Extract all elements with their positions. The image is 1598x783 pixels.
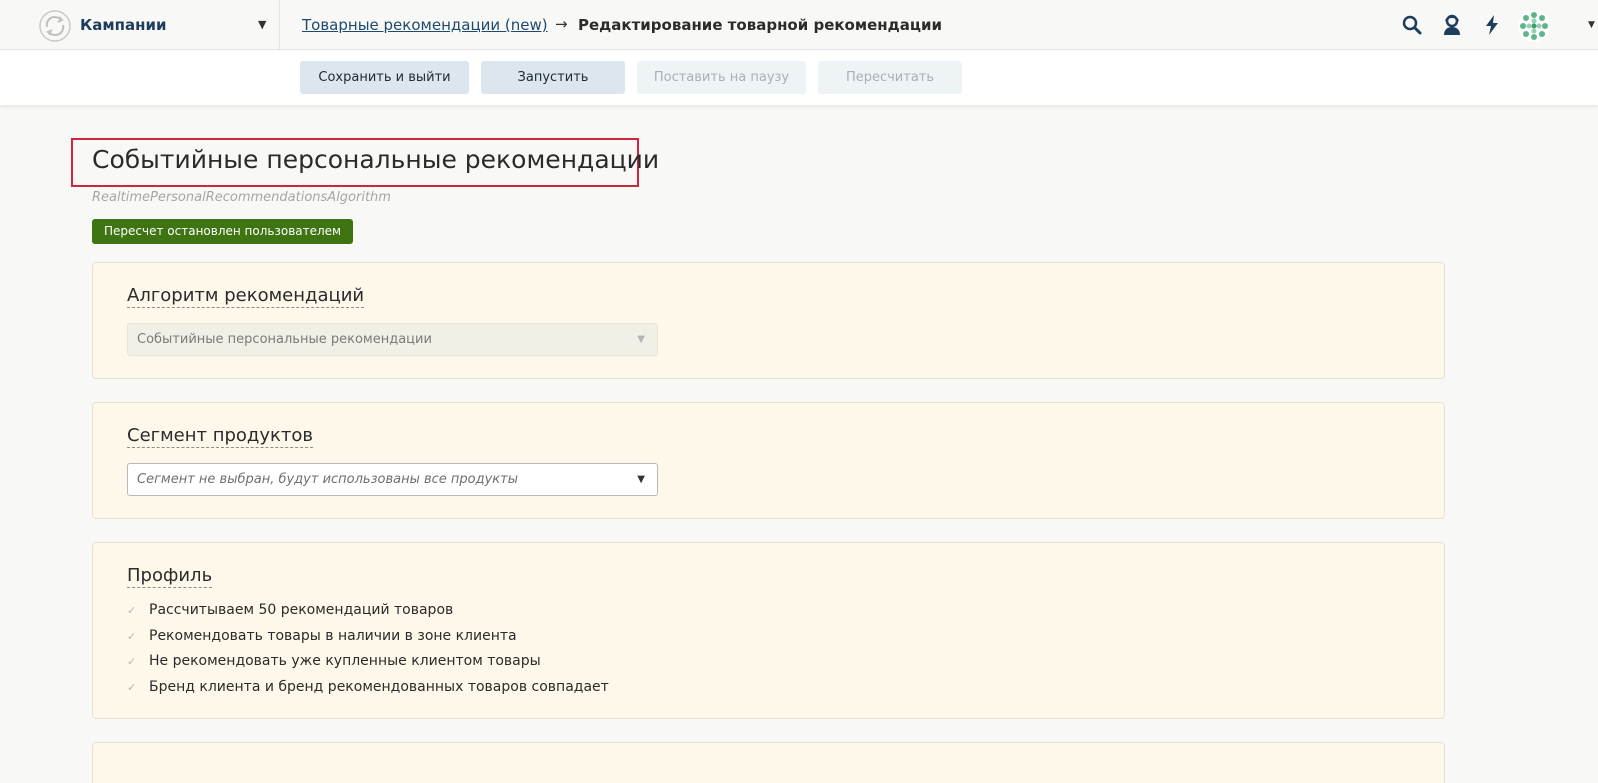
save-and-exit-button[interactable]: Сохранить и выйти (300, 61, 469, 94)
profile-check-label: Не рекомендовать уже купленные клиентом … (149, 653, 541, 669)
algorithm-section-title: Алгоритм рекомендаций (127, 285, 365, 308)
launch-button[interactable]: Запустить (481, 61, 625, 94)
segment-section-title: Сегмент продуктов (127, 425, 314, 448)
lightning-icon[interactable] (1480, 13, 1504, 37)
algorithm-select: Событийные персональные рекомендации ▼ (127, 323, 658, 356)
check-icon: ✓ (127, 604, 137, 617)
sync-logo-icon[interactable] (38, 9, 72, 43)
avatar-menu-caret-icon[interactable]: ▼ (1588, 20, 1595, 30)
check-icon: ✓ (127, 681, 137, 694)
status-badge: Пересчет остановлен пользователем (92, 219, 354, 244)
profile-card: Профиль ✓ Рассчитываем 50 рекомендаций т… (92, 542, 1445, 719)
segment-select-value: Сегмент не выбран, будут использованы вс… (137, 472, 518, 487)
profile-section-title: Профиль (127, 565, 213, 588)
chevron-down-icon[interactable]: ▼ (637, 464, 645, 495)
top-navigation-bar: Кампании ▼ Товарные рекомендации (new) →… (0, 0, 1598, 50)
profile-check-label: Рекомендовать товары в наличии в зоне кл… (149, 628, 517, 644)
pause-button[interactable]: Поставить на паузу (637, 61, 806, 94)
breadcrumb-arrow-icon: → (555, 15, 568, 33)
check-icon: ✓ (127, 630, 137, 643)
search-icon[interactable] (1400, 13, 1424, 37)
chevron-down-icon: ▼ (637, 334, 645, 345)
profile-check-label: Рассчитываем 50 рекомендаций товаров (149, 602, 454, 618)
divider (279, 0, 280, 50)
segment-select[interactable]: Сегмент не выбран, будут использованы вс… (127, 463, 658, 496)
profile-check-label: Бренд клиента и бренд рекомендованных то… (149, 679, 609, 695)
recalculate-button[interactable]: Пересчитать (818, 61, 962, 94)
breadcrumb-current: Редактирование товарной рекомендации (578, 16, 943, 34)
chevron-down-icon[interactable]: ▼ (258, 18, 266, 31)
algorithm-select-value: Событийные персональные рекомендации (137, 332, 432, 347)
next-section-card (92, 742, 1445, 783)
algorithm-card: Алгоритм рекомендаций Событийные персона… (92, 262, 1445, 379)
breadcrumb-link[interactable]: Товарные рекомендации (new) (302, 16, 548, 34)
check-icon: ✓ (127, 655, 137, 668)
page-title: Событийные персональные рекомендации (92, 145, 660, 174)
support-agent-icon[interactable] (1440, 13, 1464, 37)
avatar[interactable] (1517, 9, 1551, 43)
action-toolbar: Сохранить и выйти Запустить Поставить на… (0, 50, 1598, 105)
module-selector-label[interactable]: Кампании (80, 16, 167, 34)
product-segment-card: Сегмент продуктов Сегмент не выбран, буд… (92, 402, 1445, 519)
algorithm-code-subtitle: RealtimePersonalRecommendationsAlgorithm (92, 190, 391, 205)
